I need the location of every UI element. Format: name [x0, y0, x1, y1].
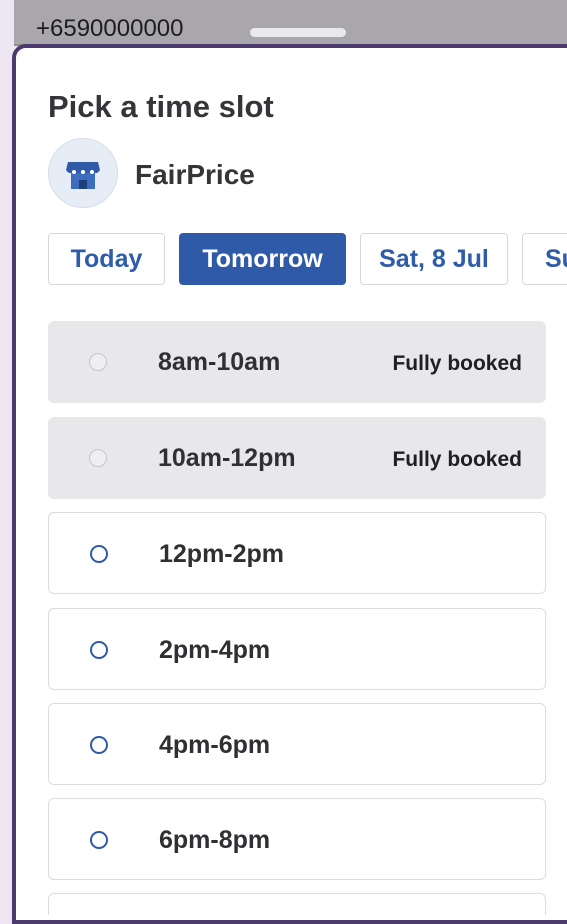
time-slot-10am-12pm: 10am-12pm Fully booked — [48, 417, 546, 499]
slot-radio[interactable] — [90, 545, 108, 563]
slot-label: 12pm-2pm — [159, 540, 285, 568]
store-avatar — [48, 138, 118, 208]
time-slot-4pm-6pm[interactable]: 4pm-6pm — [48, 703, 546, 785]
time-slot-6pm-8pm[interactable]: 6pm-8pm — [48, 798, 546, 880]
slot-status: Fully booked — [392, 352, 522, 375]
slot-radio — [89, 449, 107, 467]
time-slot-8am-10am: 8am-10am Fully booked — [48, 321, 546, 403]
storefront-icon — [66, 162, 100, 189]
slot-radio[interactable] — [90, 831, 108, 849]
slot-status: Fully booked — [392, 448, 522, 471]
tab-sat-8-jul[interactable]: Sat, 8 Jul — [360, 233, 508, 285]
status-bar: +6590000000 — [14, 0, 567, 46]
tab-tomorrow[interactable]: Tomorrow — [179, 233, 346, 285]
store-name: FairPrice — [135, 159, 255, 190]
slot-radio — [89, 353, 107, 371]
page-title: Pick a time slot — [48, 89, 274, 124]
slot-radio[interactable] — [90, 641, 108, 659]
slot-radio[interactable] — [90, 736, 108, 754]
tab-sunday[interactable]: Su — [522, 233, 567, 285]
slot-label: 2pm-4pm — [159, 636, 271, 664]
tab-today[interactable]: Today — [48, 233, 165, 285]
phone-number: +6590000000 — [36, 15, 184, 42]
time-slot-2pm-4pm[interactable]: 2pm-4pm — [48, 608, 546, 690]
slot-label: 6pm-8pm — [159, 826, 271, 854]
slot-label: 8am-10am — [158, 348, 281, 376]
time-slot-12pm-2pm[interactable]: 12pm-2pm — [48, 512, 546, 594]
time-slot-next-partial[interactable] — [48, 893, 546, 915]
slot-label: 4pm-6pm — [159, 731, 271, 759]
sheet-grab-handle[interactable] — [250, 28, 346, 37]
slot-label: 10am-12pm — [158, 444, 296, 472]
